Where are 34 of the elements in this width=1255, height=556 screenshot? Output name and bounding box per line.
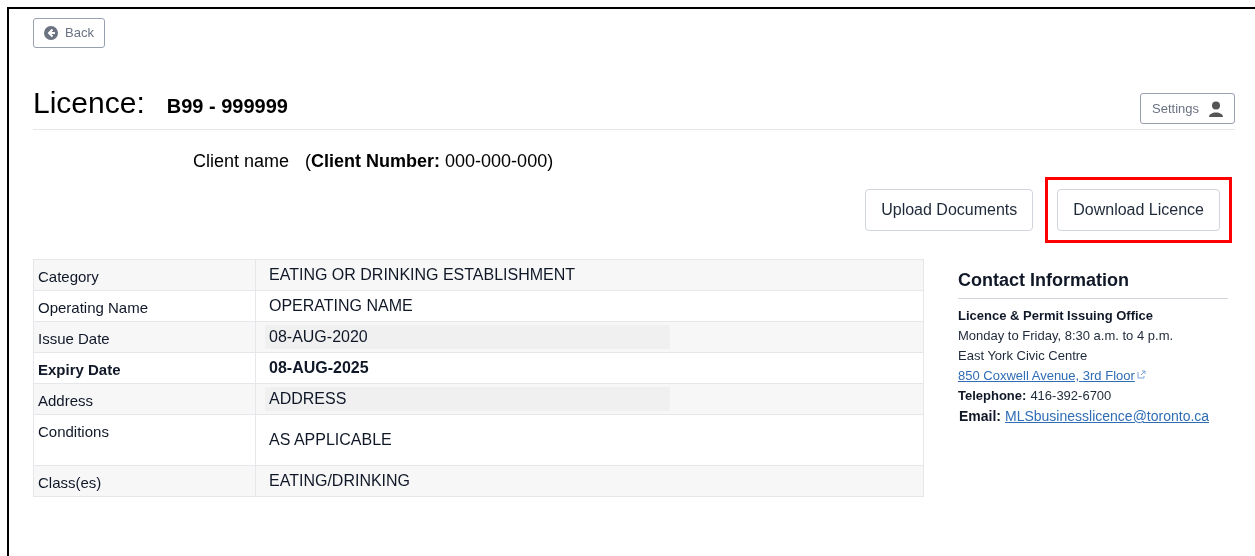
row-value: ADDRESS: [265, 387, 670, 411]
action-button[interactable]: Download Licence: [1057, 189, 1220, 231]
back-button[interactable]: Back: [33, 18, 105, 48]
contact-text: Monday to Friday, 8:30 a.m. to 4 p.m.: [958, 327, 1175, 345]
row-label: Conditions: [33, 414, 256, 466]
licence-number: B99 - 999999: [166, 94, 288, 119]
back-arrow-icon: [44, 26, 58, 40]
row-label: Issue Date: [33, 321, 256, 353]
client-number: (Client Number: 000-000-000): [305, 150, 554, 173]
row-label: Expiry Date: [33, 352, 256, 384]
email-link[interactable]: MLSbusinesslicence@toronto.ca: [1005, 406, 1210, 426]
field-label: Email:: [959, 407, 1001, 426]
row-value: 08-AUG-2020: [265, 325, 670, 349]
row-label: Operating Name: [33, 290, 256, 322]
row-value: EATING/DRINKING: [268, 471, 412, 491]
row-value: AS APPLICABLE: [268, 430, 393, 450]
contact-heading: Contact Information: [958, 270, 1129, 290]
contact-text: East York Civic Centre: [958, 347, 1089, 365]
page-title: Licence:: [33, 88, 145, 118]
row-label: Class(es): [33, 465, 256, 497]
office-name: Licence & Permit Issuing Office: [958, 307, 1155, 325]
action-button[interactable]: Upload Documents: [865, 189, 1034, 231]
row-value: EATING OR DRINKING ESTABLISHMENT: [268, 265, 577, 285]
address-link[interactable]: 850 Coxwell Avenue, 3rd Floor: [958, 366, 1135, 386]
field-label: Telephone:: [958, 387, 1027, 405]
row-value: 08-AUG-2025: [268, 358, 370, 378]
row-label: Category: [33, 259, 256, 291]
settings-button[interactable]: Settings: [1140, 93, 1235, 124]
row-label: Address: [33, 383, 256, 415]
user-icon: [1209, 100, 1223, 117]
row-value: OPERATING NAME: [268, 296, 414, 316]
client-name: Client name: [193, 150, 290, 173]
external-link-icon: [1136, 370, 1146, 379]
phone-number: 416-392-6700: [1030, 387, 1112, 405]
